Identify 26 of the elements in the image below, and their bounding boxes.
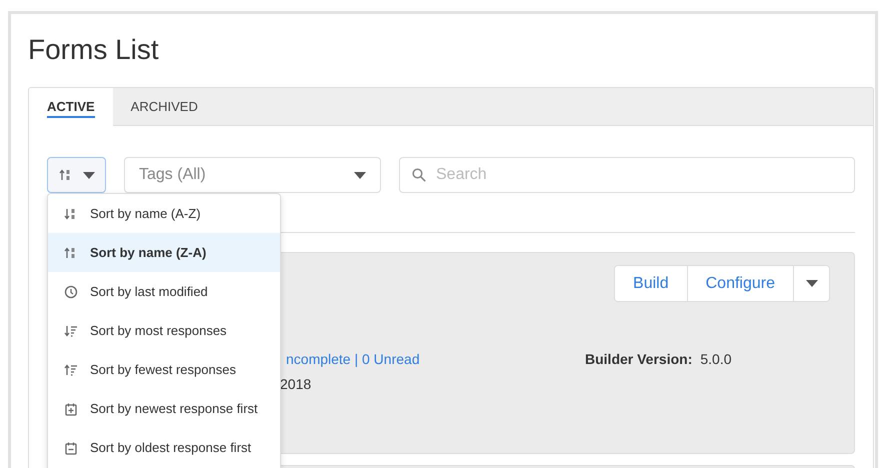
action-button[interactable]: Build	[615, 266, 688, 301]
field-value: 5.0.0	[700, 351, 732, 367]
menu-item[interactable]: Sort by most responses	[48, 311, 280, 350]
caret-icon	[354, 172, 366, 178]
clock-icon	[64, 284, 78, 298]
sort-up-icon	[58, 168, 72, 182]
caret-icon	[82, 172, 94, 178]
sort-up-icon	[64, 362, 78, 376]
calendar-minus-icon	[64, 440, 78, 454]
search-field[interactable]: Search	[399, 157, 855, 193]
menu-item[interactable]: Sort by newest response first	[48, 389, 280, 428]
menu-item[interactable]: Sort by oldest response first	[48, 428, 280, 467]
field-label: Builder Version:	[585, 351, 692, 367]
tab[interactable]: ACTIVE	[29, 88, 113, 126]
tab[interactable]: ARCHIVED	[112, 88, 216, 126]
tags-dropdown[interactable]: Tags (All)	[124, 157, 381, 193]
menu-item[interactable]: Sort by last modified	[48, 272, 280, 311]
menu-item[interactable]: Sort by name (Z-A)	[48, 233, 280, 272]
calendar-plus-icon	[64, 402, 78, 416]
page-title: Forms List	[28, 33, 159, 67]
date-text: 2018	[280, 376, 312, 392]
menu-item[interactable]: Sort by name (A-Z)	[48, 194, 280, 233]
caret-icon	[806, 280, 818, 287]
menu-item[interactable]: Sort by fewest responses	[48, 350, 280, 389]
sort-down-icon	[64, 324, 78, 338]
sort-button[interactable]	[47, 157, 106, 193]
